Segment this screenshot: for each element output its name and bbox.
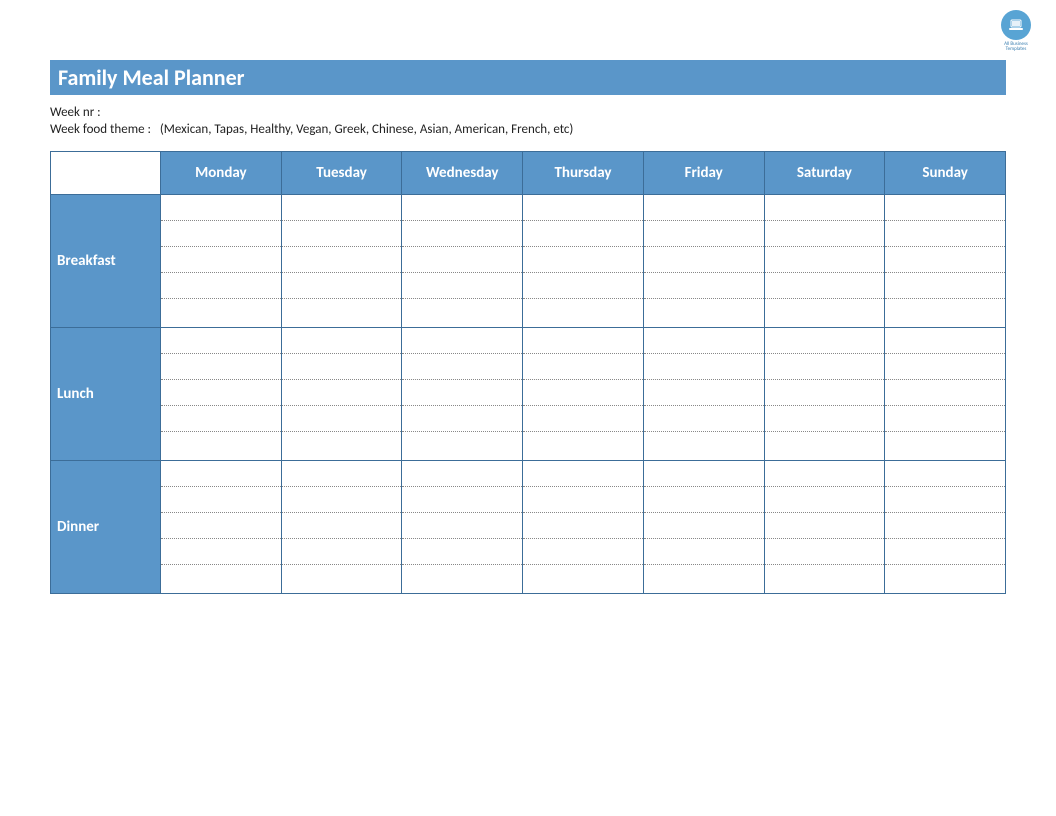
week-nr-label: Week nr : — [50, 105, 101, 120]
meal-slot[interactable] — [161, 195, 282, 328]
meal-slot[interactable] — [764, 461, 885, 594]
meal-slot[interactable] — [885, 328, 1006, 461]
day-header-wednesday: Wednesday — [402, 152, 523, 195]
meal-slot[interactable] — [402, 195, 523, 328]
meal-slot[interactable] — [523, 461, 644, 594]
meal-slot[interactable] — [885, 461, 1006, 594]
meal-slot[interactable] — [161, 461, 282, 594]
brand-text-2: Templates — [996, 47, 1036, 52]
meal-slot[interactable] — [281, 195, 402, 328]
meal-slot[interactable] — [402, 461, 523, 594]
week-nr-row: Week nr : — [50, 105, 1006, 120]
meal-slot[interactable] — [523, 195, 644, 328]
meal-slot[interactable] — [764, 195, 885, 328]
day-header-friday: Friday — [643, 152, 764, 195]
week-theme-hint: (Mexican, Tapas, Healthy, Vegan, Greek, … — [160, 122, 574, 137]
day-header-monday: Monday — [161, 152, 282, 195]
meal-slot[interactable] — [643, 461, 764, 594]
laptop-icon — [1001, 10, 1031, 40]
meal-slot[interactable] — [402, 328, 523, 461]
meal-slot[interactable] — [885, 195, 1006, 328]
day-header-sunday: Sunday — [885, 152, 1006, 195]
page-title: Family Meal Planner — [50, 60, 1006, 95]
meal-slot[interactable] — [281, 328, 402, 461]
table-row: Lunch — [51, 328, 1006, 461]
day-header-saturday: Saturday — [764, 152, 885, 195]
meal-header-lunch: Lunch — [51, 328, 161, 461]
table-corner — [51, 152, 161, 195]
meal-slot[interactable] — [643, 195, 764, 328]
meal-planner-table: MondayTuesdayWednesdayThursdayFridaySatu… — [50, 151, 1006, 594]
meal-slot[interactable] — [764, 328, 885, 461]
meal-slot[interactable] — [161, 328, 282, 461]
meal-slot[interactable] — [281, 461, 402, 594]
meal-header-dinner: Dinner — [51, 461, 161, 594]
week-theme-label: Week food theme : — [50, 122, 151, 137]
meal-header-breakfast: Breakfast — [51, 195, 161, 328]
brand-logo: All Business Templates — [996, 10, 1036, 50]
table-row: Dinner — [51, 461, 1006, 594]
meal-slot[interactable] — [643, 328, 764, 461]
week-theme-row: Week food theme : (Mexican, Tapas, Healt… — [50, 122, 1006, 137]
day-header-tuesday: Tuesday — [281, 152, 402, 195]
meal-slot[interactable] — [523, 328, 644, 461]
table-row: Breakfast — [51, 195, 1006, 328]
day-header-thursday: Thursday — [523, 152, 644, 195]
